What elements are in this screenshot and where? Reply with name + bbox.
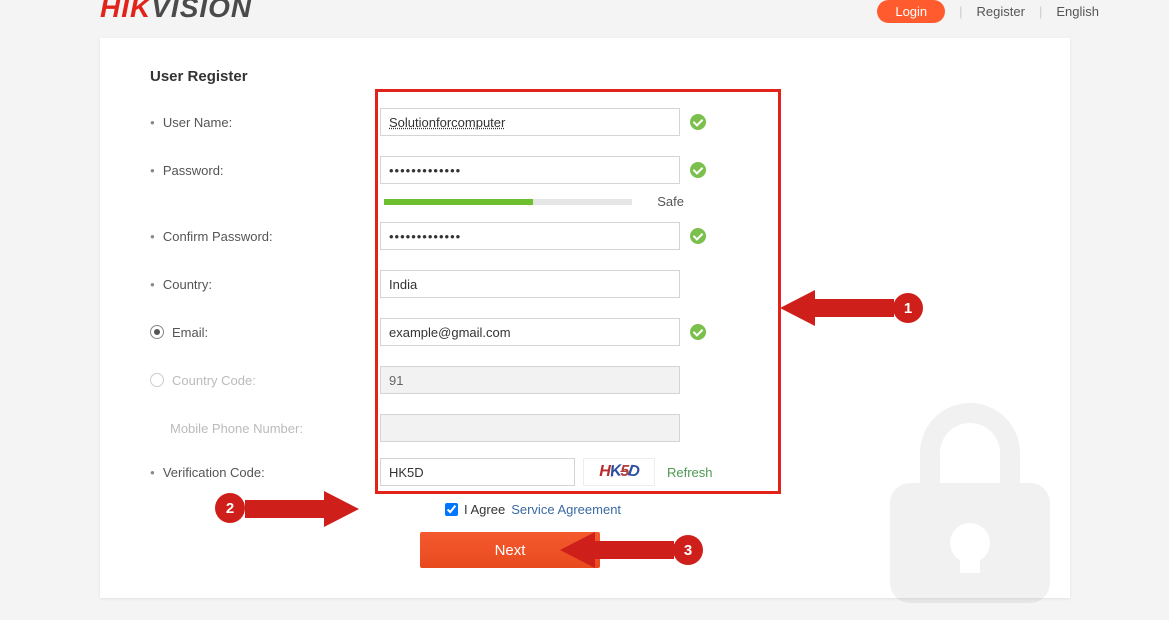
agree-checkbox[interactable]	[445, 503, 458, 516]
password-input[interactable]	[380, 156, 680, 184]
username-label: ●User Name:	[150, 115, 380, 130]
check-icon	[690, 228, 706, 244]
brand-logo: HIKVISION	[100, 0, 252, 24]
register-card: User Register ●User Name: ●Password: Saf…	[100, 38, 1070, 598]
country-code-input	[380, 366, 680, 394]
captcha-image: HK5D	[583, 458, 655, 486]
next-button[interactable]: Next	[420, 532, 600, 568]
country-code-label: Country Code:	[150, 373, 380, 388]
check-icon	[690, 162, 706, 178]
username-input[interactable]	[380, 108, 680, 136]
confirm-password-label: ●Confirm Password:	[150, 229, 380, 244]
mobile-input	[380, 414, 680, 442]
password-label: ●Password:	[150, 163, 380, 178]
email-radio[interactable]	[150, 325, 164, 339]
check-icon	[690, 324, 706, 340]
check-icon	[690, 114, 706, 130]
mobile-radio[interactable]	[150, 373, 164, 387]
country-input[interactable]	[380, 270, 680, 298]
password-strength-bar: Safe	[384, 194, 684, 209]
top-nav: Login | Register | English	[877, 0, 1099, 23]
nav-separator: |	[1039, 4, 1042, 19]
agree-label: I Agree	[464, 502, 505, 517]
register-link[interactable]: Register	[977, 4, 1025, 19]
refresh-captcha-link[interactable]: Refresh	[667, 465, 713, 480]
country-label: ●Country:	[150, 277, 380, 292]
login-button[interactable]: Login	[877, 0, 945, 23]
nav-separator: |	[959, 4, 962, 19]
password-strength-label: Safe	[644, 194, 684, 209]
email-input[interactable]	[380, 318, 680, 346]
email-label: Email:	[150, 325, 380, 340]
language-selector[interactable]: English	[1056, 4, 1099, 19]
mobile-label: Mobile Phone Number:	[150, 421, 380, 436]
lock-icon	[850, 383, 1090, 620]
service-agreement-link[interactable]: Service Agreement	[511, 502, 621, 517]
agree-row: I Agree Service Agreement	[441, 500, 621, 519]
verification-label: ●Verification Code:	[150, 465, 380, 480]
page-title: User Register	[150, 68, 248, 85]
verification-input[interactable]	[380, 458, 575, 486]
confirm-password-input[interactable]	[380, 222, 680, 250]
